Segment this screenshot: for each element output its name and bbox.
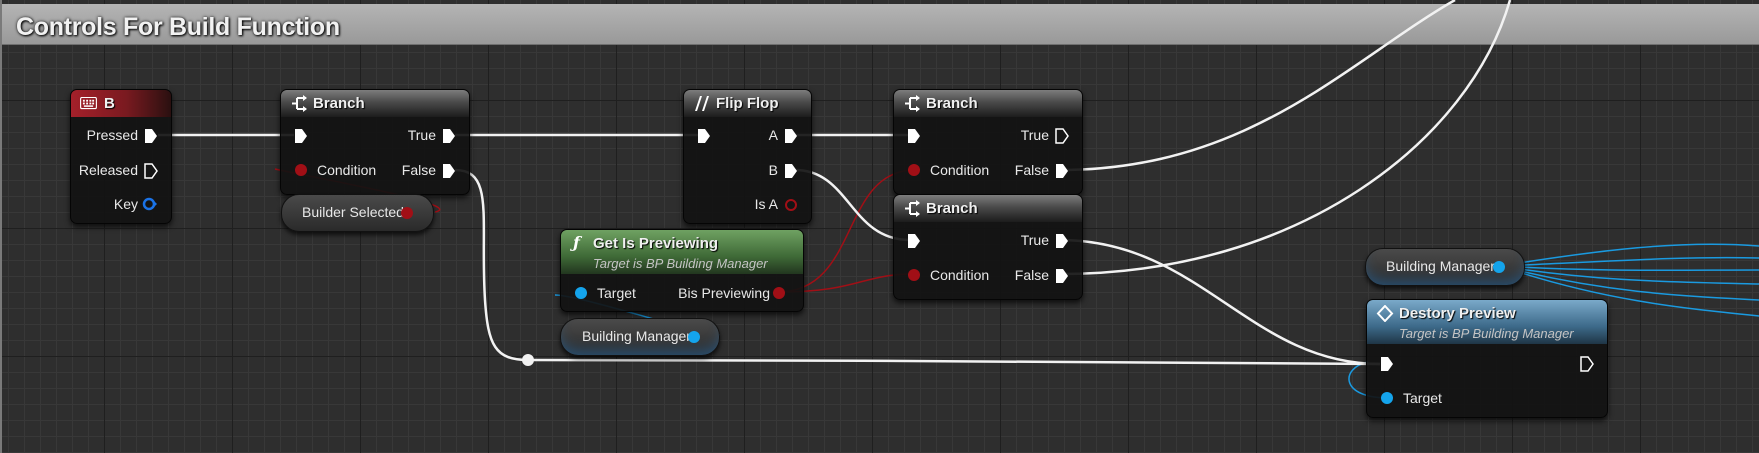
exec-input-pin[interactable]: [907, 128, 921, 144]
object-wire: [1499, 243, 1759, 267]
branch-icon: [905, 200, 920, 217]
pin-label-condition: Condition: [930, 267, 990, 283]
bool-output-pin[interactable]: [784, 198, 798, 212]
node-subtitle: Target is BP Building Manager: [1399, 326, 1574, 341]
pin-label-false: False: [1014, 267, 1049, 283]
pin-label-a: A: [768, 127, 778, 143]
variable-label: Building Manager: [1386, 258, 1495, 274]
pin-label-released: Released: [78, 162, 138, 178]
building-manager-variable[interactable]: Building Manager: [560, 318, 720, 356]
pin-label-output: Bis Previewing: [678, 285, 770, 301]
function-icon: ƒ: [573, 233, 580, 252]
pin-label-b: B: [768, 162, 778, 178]
pin-label-key: Key: [113, 196, 138, 212]
pin-label-true: True: [1020, 232, 1049, 248]
exec-output-pin[interactable]: [784, 163, 798, 179]
exec-output-pin[interactable]: [1580, 356, 1594, 372]
get-is-previewing-node[interactable]: ƒ Get Is Previewing Target is BP Buildin…: [560, 229, 804, 312]
object-output-pin[interactable]: [687, 330, 701, 344]
pin-label-condition: Condition: [930, 162, 990, 178]
pin-label-target: Target: [1403, 390, 1442, 406]
pin-label-true: True: [407, 127, 436, 143]
node-title: Branch: [926, 200, 978, 217]
node-title: Branch: [926, 95, 978, 112]
node-header: [281, 90, 469, 117]
object-wire: [1499, 265, 1759, 272]
pin-label-target: Target: [597, 285, 636, 301]
key-b-event-node[interactable]: B Pressed Released Key: [70, 89, 172, 224]
branch-icon: [292, 95, 307, 112]
event-diamond-icon: [1376, 305, 1394, 322]
pin-label-false: False: [1014, 162, 1049, 178]
destroy-preview-node[interactable]: Destory Preview Target is BP Building Ma…: [1366, 299, 1608, 418]
exec-output-pin[interactable]: [1055, 268, 1069, 284]
object-input-pin[interactable]: [1380, 391, 1394, 405]
exec-output-pin[interactable]: [1055, 233, 1069, 249]
object-wire: [1499, 256, 1759, 267]
node-title: B: [104, 95, 115, 112]
graph-canvas[interactable]: Controls For Build Function B Pressed Re…: [0, 0, 1759, 453]
bool-output-pin[interactable]: [400, 206, 414, 220]
flip-flop-node[interactable]: Flip Flop A B Is A: [683, 89, 812, 224]
macro-icon: [695, 96, 709, 111]
exec-output-pin[interactable]: [442, 163, 456, 179]
pin-label-false: False: [401, 162, 436, 178]
branch-icon: [905, 95, 920, 112]
exec-output-pin[interactable]: [144, 128, 158, 144]
exec-wire: [527, 358, 1381, 366]
building-manager-variable[interactable]: Building Manager: [1365, 248, 1525, 286]
node-title: Branch: [313, 95, 365, 112]
exec-input-pin[interactable]: [697, 128, 711, 144]
exec-output-pin[interactable]: [442, 128, 456, 144]
pin-label-condition: Condition: [317, 162, 377, 178]
exec-wire: [1059, 0, 1456, 172]
node-header: [894, 195, 1082, 222]
node-title: Destory Preview: [1399, 305, 1516, 322]
exec-wire: [1059, 238, 1381, 366]
branch-node[interactable]: Branch Condition True False: [893, 89, 1083, 195]
object-output-pin[interactable]: [1492, 260, 1506, 274]
node-title: Flip Flop: [716, 95, 779, 112]
object-input-pin[interactable]: [574, 286, 588, 300]
exec-output-pin[interactable]: [784, 128, 798, 144]
variable-label: Building Manager: [582, 328, 691, 344]
pin-label-pressed: Pressed: [86, 127, 138, 143]
bool-input-pin[interactable]: [294, 163, 308, 177]
exec-input-pin[interactable]: [294, 128, 308, 144]
exec-output-pin[interactable]: [1055, 163, 1069, 179]
pin-label-true: True: [1020, 127, 1049, 143]
node-title: Get Is Previewing: [593, 235, 719, 252]
exec-output-pin[interactable]: [1055, 128, 1069, 144]
pin-label-is-a: Is A: [754, 196, 778, 212]
exec-input-pin[interactable]: [1380, 356, 1394, 372]
exec-output-pin[interactable]: [144, 163, 158, 179]
variable-label: Builder Selected: [302, 204, 404, 220]
exec-wire: [454, 168, 529, 362]
bool-input-pin[interactable]: [907, 268, 921, 282]
bool-input-pin[interactable]: [907, 163, 921, 177]
node-header: [894, 90, 1082, 117]
keyboard-icon: [80, 97, 97, 110]
bool-output-pin[interactable]: [772, 286, 786, 300]
node-subtitle: Target is BP Building Manager: [593, 256, 768, 271]
struct-output-pin[interactable]: [142, 197, 158, 211]
exec-wire: [1059, 0, 1512, 276]
builder-selected-variable[interactable]: Builder Selected: [281, 194, 434, 232]
exec-input-pin[interactable]: [907, 233, 921, 249]
reroute-node[interactable]: [522, 354, 534, 366]
branch-node[interactable]: Branch Condition True False: [280, 89, 470, 195]
branch-node[interactable]: Branch Condition True False: [893, 194, 1083, 300]
